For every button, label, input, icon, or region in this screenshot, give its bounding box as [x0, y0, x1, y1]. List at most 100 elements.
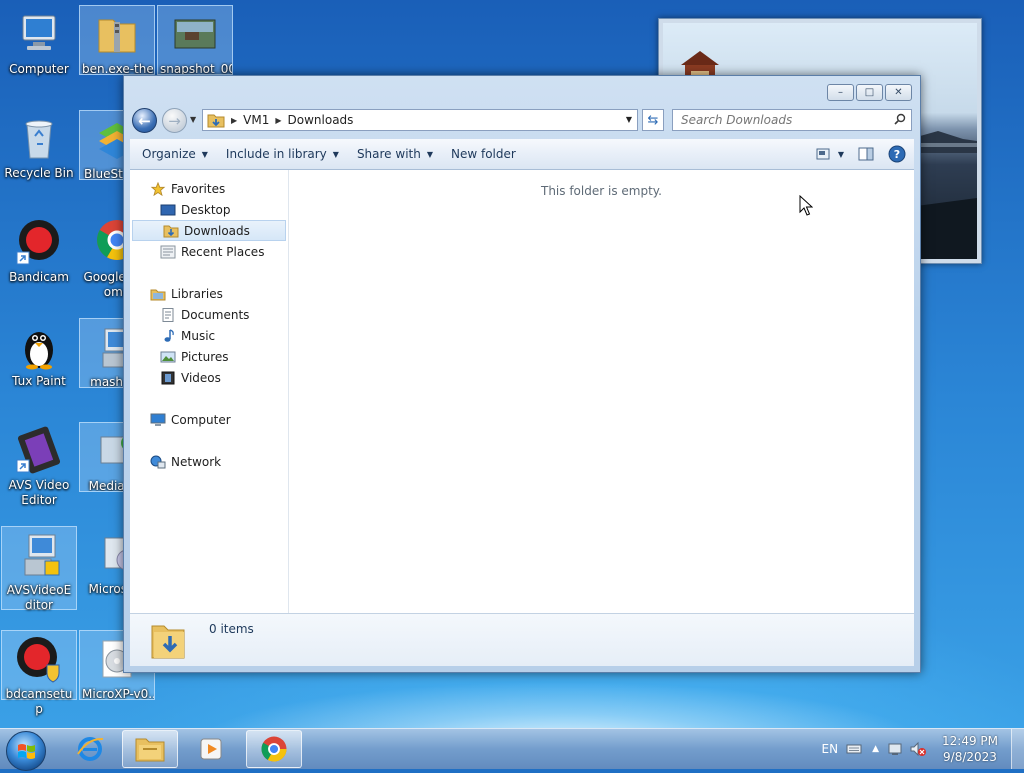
taskbar-google-chrome[interactable] — [246, 730, 302, 768]
breadcrumb-downloads[interactable]: Downloads — [288, 113, 354, 127]
bandicam-icon — [16, 220, 59, 265]
organize-button[interactable]: Organize ▼ — [142, 147, 208, 161]
start-button[interactable] — [6, 731, 46, 771]
new-folder-label: New folder — [451, 147, 516, 161]
nav-libraries[interactable]: Libraries — [130, 283, 288, 304]
close-button[interactable]: ✕ — [885, 84, 912, 101]
help-icon[interactable]: ? — [888, 145, 906, 163]
tux-penguin-icon — [25, 332, 53, 370]
nav-documents[interactable]: Documents — [130, 304, 288, 325]
show-desktop-button[interactable] — [1011, 729, 1024, 769]
windows-logo-icon — [18, 744, 35, 759]
search-icon — [894, 113, 906, 125]
nav-computer[interactable]: Computer — [130, 409, 288, 430]
desktop-icon-computer[interactable]: Computer — [1, 6, 77, 106]
nav-label: Libraries — [171, 286, 223, 301]
recycle-bin-icon — [25, 120, 53, 159]
taskbar: EN ▲ 12:49 PM 9/8/2023 — [0, 728, 1024, 771]
navigation-pane: Favorites Desktop Downloads Recent Place… — [130, 170, 289, 614]
new-folder-button[interactable]: New folder — [451, 147, 516, 161]
bandicam-setup-icon — [17, 637, 60, 683]
address-bar[interactable]: ▶ VM1 ▶ Downloads ▼ — [202, 109, 638, 131]
desktop-icon-bdcamsetup[interactable]: bdcamsetup — [1, 630, 77, 716]
nav-label: Documents — [181, 307, 250, 322]
desktop-icon-tux-paint[interactable]: Tux Paint — [1, 318, 77, 418]
share-with-button[interactable]: Share with ▼ — [357, 147, 433, 161]
nav-music[interactable]: Music — [130, 325, 288, 346]
clock[interactable]: 12:49 PM 9/8/2023 — [935, 733, 1005, 765]
nav-label: Favorites — [171, 181, 226, 196]
breadcrumb-separator-icon: ▶ — [275, 115, 282, 125]
network-icon — [150, 455, 166, 468]
maximize-button[interactable]: □ — [856, 84, 883, 101]
system-tray: EN ▲ 12:49 PM 9/8/2023 — [822, 729, 1024, 769]
nav-videos[interactable]: Videos — [130, 367, 288, 388]
back-button[interactable]: ← — [132, 108, 157, 133]
desktop-icon-label: AVS Video Editor — [8, 478, 70, 507]
action-center-flag-icon[interactable] — [887, 741, 903, 757]
file-list[interactable]: This folder is empty. — [289, 170, 914, 614]
desktop-icon-label: AVSVideoEditor — [6, 583, 72, 612]
installer-icon — [24, 534, 60, 576]
view-icon — [816, 148, 830, 160]
taskbar-windows-explorer[interactable] — [122, 730, 178, 768]
volume-muted-icon[interactable] — [909, 741, 927, 757]
refresh-button[interactable]: ⇆ — [642, 109, 664, 131]
search-input[interactable] — [679, 112, 883, 128]
desktop-icon-recycle-bin[interactable]: Recycle Bin — [1, 110, 77, 210]
nav-favorites[interactable]: Favorites — [130, 178, 288, 199]
details-pane: 0 items — [130, 613, 914, 666]
downloads-folder-icon — [151, 625, 185, 659]
keyboard-icon[interactable] — [846, 743, 862, 755]
desktop-icon-avs-video-editor[interactable]: AVS Video Editor — [1, 422, 77, 522]
svg-text:?: ? — [894, 148, 900, 161]
desktop-icon-snapshot[interactable]: snapshot_001 — [157, 5, 233, 75]
desktop-icon-label: Computer — [9, 62, 69, 76]
desktop-icon-label: MicroXP-v0... — [82, 687, 154, 700]
image-file-icon — [174, 19, 216, 49]
chrome-icon — [261, 736, 287, 762]
forward-button[interactable]: → — [162, 108, 187, 133]
desktop-icon-label: ben.exe-the... — [82, 62, 154, 75]
internet-explorer-icon — [77, 737, 104, 761]
language-indicator[interactable]: EN — [822, 742, 839, 756]
desktop-icon-avs-installer[interactable]: AVSVideoEditor — [1, 526, 77, 612]
mouse-cursor-icon — [799, 195, 813, 216]
nav-network[interactable]: Network — [130, 451, 288, 472]
show-hidden-icons-icon[interactable]: ▲ — [872, 744, 879, 754]
nav-label: Recent Places — [181, 244, 265, 259]
nav-label: Desktop — [181, 202, 231, 217]
nav-desktop[interactable]: Desktop — [130, 199, 288, 220]
zip-folder-icon — [98, 19, 136, 53]
chevron-down-icon: ▼ — [332, 149, 339, 159]
minimize-button[interactable]: – — [827, 84, 854, 101]
folder-icon — [135, 738, 165, 762]
recent-pages-dropdown[interactable]: ▼ — [190, 115, 196, 124]
taskbar-media-player[interactable] — [183, 730, 239, 768]
desktop-icon-bandicam[interactable]: Bandicam — [1, 214, 77, 314]
taskbar-internet-explorer[interactable] — [62, 730, 118, 768]
desktop-icon-label: Recycle Bin — [4, 166, 74, 180]
nav-recent-places[interactable]: Recent Places — [130, 241, 288, 262]
computer-icon — [150, 413, 166, 426]
organize-label: Organize — [142, 147, 196, 161]
preview-pane-icon[interactable] — [858, 147, 874, 161]
nav-pictures[interactable]: Pictures — [130, 346, 288, 367]
clock-date: 9/8/2023 — [943, 750, 997, 764]
film-strip-icon — [16, 426, 61, 474]
include-in-library-button[interactable]: Include in library ▼ — [226, 147, 339, 161]
breadcrumb-separator-icon: ▶ — [231, 115, 238, 125]
nav-label: Pictures — [181, 349, 229, 364]
command-bar: Organize ▼ Include in library ▼ Share wi… — [130, 139, 914, 170]
nav-downloads[interactable]: Downloads — [132, 220, 286, 241]
address-history-dropdown[interactable]: ▼ — [626, 115, 632, 124]
explorer-window[interactable]: – □ ✕ ← → ▼ ▶ VM1 ▶ Downloads ▼ ⇆ Search… — [123, 75, 921, 673]
search-box[interactable] — [672, 109, 912, 131]
change-view-button[interactable]: ▼ — [816, 148, 844, 160]
include-in-library-label: Include in library — [225, 147, 327, 161]
breadcrumb-vm1[interactable]: VM1 — [243, 113, 269, 127]
explorer-content: Favorites Desktop Downloads Recent Place… — [130, 170, 914, 614]
desktop-icon-label: Bandicam — [9, 270, 69, 284]
nav-label: Music — [181, 328, 216, 343]
desktop-icon-zip-archive[interactable]: ben.exe-the... — [79, 5, 155, 75]
